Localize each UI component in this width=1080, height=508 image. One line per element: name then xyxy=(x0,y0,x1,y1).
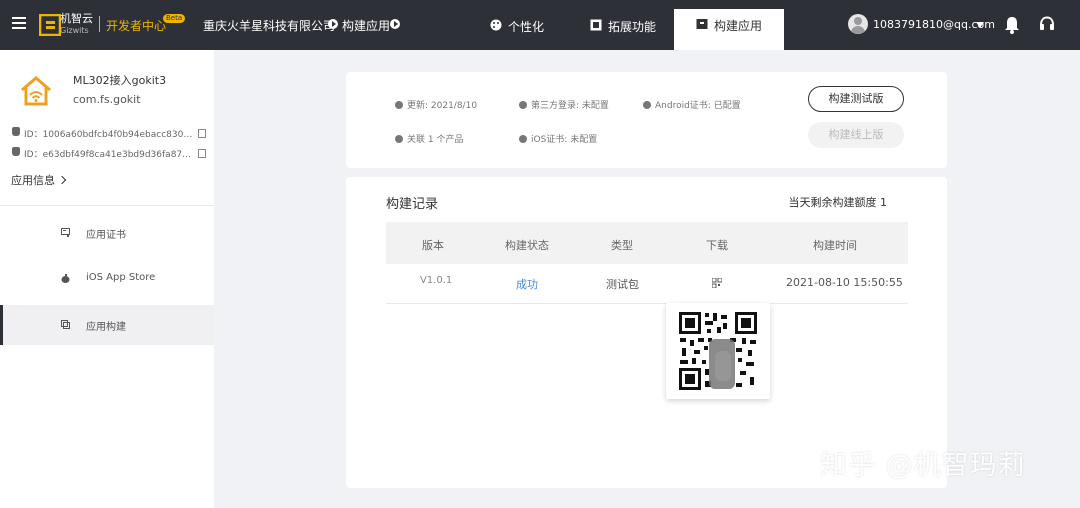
gizwits-logo[interactable] xyxy=(39,14,61,36)
developer-center-link[interactable]: 开发者中心 xyxy=(106,17,166,34)
qr-code-icon[interactable] xyxy=(712,278,722,288)
remaining-build-quota: 当天剩余构建额度 1 xyxy=(788,196,888,209)
last-updated: 更新: 2021/8/10 xyxy=(395,98,477,111)
sidebar-item-ios-app-store[interactable]: iOS App Store xyxy=(0,259,214,299)
sidebar-item-label: iOS App Store xyxy=(86,272,156,283)
version-cell: V1.0.1 xyxy=(420,275,453,286)
company-name[interactable]: 重庆火羊星科技有限公司 xyxy=(203,17,335,34)
ios-cert-status: iOS证书: 未配置 xyxy=(519,132,597,145)
android-icon xyxy=(12,147,20,156)
link-icon xyxy=(395,135,403,143)
copy-icon[interactable] xyxy=(198,149,206,158)
column-header: 构建状态 xyxy=(505,239,549,252)
logo-divider xyxy=(99,16,100,32)
apple-icon xyxy=(61,274,70,283)
android-cert-status: Android证书: 已配置 xyxy=(643,98,741,111)
copy-icon[interactable] xyxy=(198,129,206,138)
build-summary-card: 更新: 2021/8/10 第三方登录: 未配置 Android证书: 已配置 … xyxy=(346,72,947,168)
app-name: ML302接入gokit3 xyxy=(73,74,167,87)
certificate-icon xyxy=(61,228,70,237)
clock-icon xyxy=(395,101,403,109)
menu-icon[interactable] xyxy=(12,17,26,29)
tab-label: 构建应用 xyxy=(714,19,763,33)
status-success-link[interactable]: 成功 xyxy=(516,276,538,292)
qr-code-popup xyxy=(666,303,770,399)
third-party-login-status: 第三方登录: 未配置 xyxy=(519,98,609,111)
app-info-link[interactable]: 应用信息 xyxy=(11,172,67,188)
palette-icon xyxy=(490,19,502,31)
beta-badge: Beta xyxy=(163,14,186,23)
breadcrumb-arrow-icon xyxy=(328,19,338,29)
box-icon xyxy=(696,19,708,29)
sidebar-item-label: 应用证书 xyxy=(86,230,126,241)
breadcrumb-arrow-icon[interactable] xyxy=(390,19,400,29)
column-header: 版本 xyxy=(422,239,444,252)
bell-icon[interactable] xyxy=(1004,16,1020,34)
divider xyxy=(0,205,214,206)
column-header: 下载 xyxy=(706,239,728,252)
chevron-down-icon[interactable] xyxy=(976,22,984,28)
column-header: 构建时间 xyxy=(813,239,857,252)
column-header: 类型 xyxy=(611,239,633,252)
row-divider xyxy=(386,303,908,304)
chevron-right-icon xyxy=(57,175,67,185)
ios-app-id: ID：1006a60bdfcb4f0b94ebacc8300a... xyxy=(12,127,208,140)
avatar[interactable] xyxy=(848,14,868,34)
headset-icon[interactable] xyxy=(1039,16,1055,32)
sidebar-item-certificates[interactable]: 应用证书 xyxy=(0,213,214,253)
logo-text: 机智云 xyxy=(60,12,93,25)
breadcrumb-build-app[interactable]: 构建应用 xyxy=(342,17,390,34)
puzzle-icon xyxy=(590,19,602,31)
related-products[interactable]: 关联 1 个产品 xyxy=(395,132,463,145)
tab-label: 个性化 xyxy=(508,20,545,34)
tab-personalize[interactable]: 个性化 xyxy=(490,10,544,50)
build-test-version-button[interactable]: 构建测试版 xyxy=(808,86,904,112)
tab-label: 拓展功能 xyxy=(608,20,657,34)
build-time-cell: 2021-08-10 15:50:55 xyxy=(786,276,903,289)
section-title: 构建记录 xyxy=(386,197,439,212)
type-cell: 测试包 xyxy=(606,278,639,291)
build-records-card: 构建记录 当天剩余构建额度 1 版本 构建状态 类型 下载 构建时间 V1.0.… xyxy=(346,177,947,488)
tab-build-app[interactable]: 构建应用 xyxy=(674,9,785,50)
app-package-name: com.fs.gokit xyxy=(73,93,141,106)
logo-subtext: Gizwits xyxy=(60,26,89,35)
sidebar-item-app-build[interactable]: 应用构建 xyxy=(0,305,214,345)
apple-icon xyxy=(12,127,20,136)
watermark: 知乎 @机智玛莉 xyxy=(820,450,1026,481)
build-live-version-button: 构建线上版 xyxy=(808,122,904,148)
user-icon xyxy=(519,101,527,109)
download-qr-code[interactable] xyxy=(678,311,758,391)
build-icon xyxy=(61,320,70,329)
tab-extensions[interactable]: 拓展功能 xyxy=(590,10,656,50)
top-bar: 机智云 Gizwits 开发者中心 Beta 重庆火羊星科技有限公司 构建应用 … xyxy=(0,0,1080,50)
table-header: 版本 构建状态 类型 下载 构建时间 xyxy=(386,222,908,264)
android-app-id: ID：e63dbf49f8ca41e3bd9d36fa8738... xyxy=(12,147,208,160)
apple-icon xyxy=(519,135,527,143)
sidebar-item-label: 应用构建 xyxy=(86,322,126,333)
app-icon xyxy=(21,76,51,106)
sidebar: ML302接入gokit3 com.fs.gokit ID：1006a60bdf… xyxy=(0,50,214,508)
android-icon xyxy=(643,101,651,109)
